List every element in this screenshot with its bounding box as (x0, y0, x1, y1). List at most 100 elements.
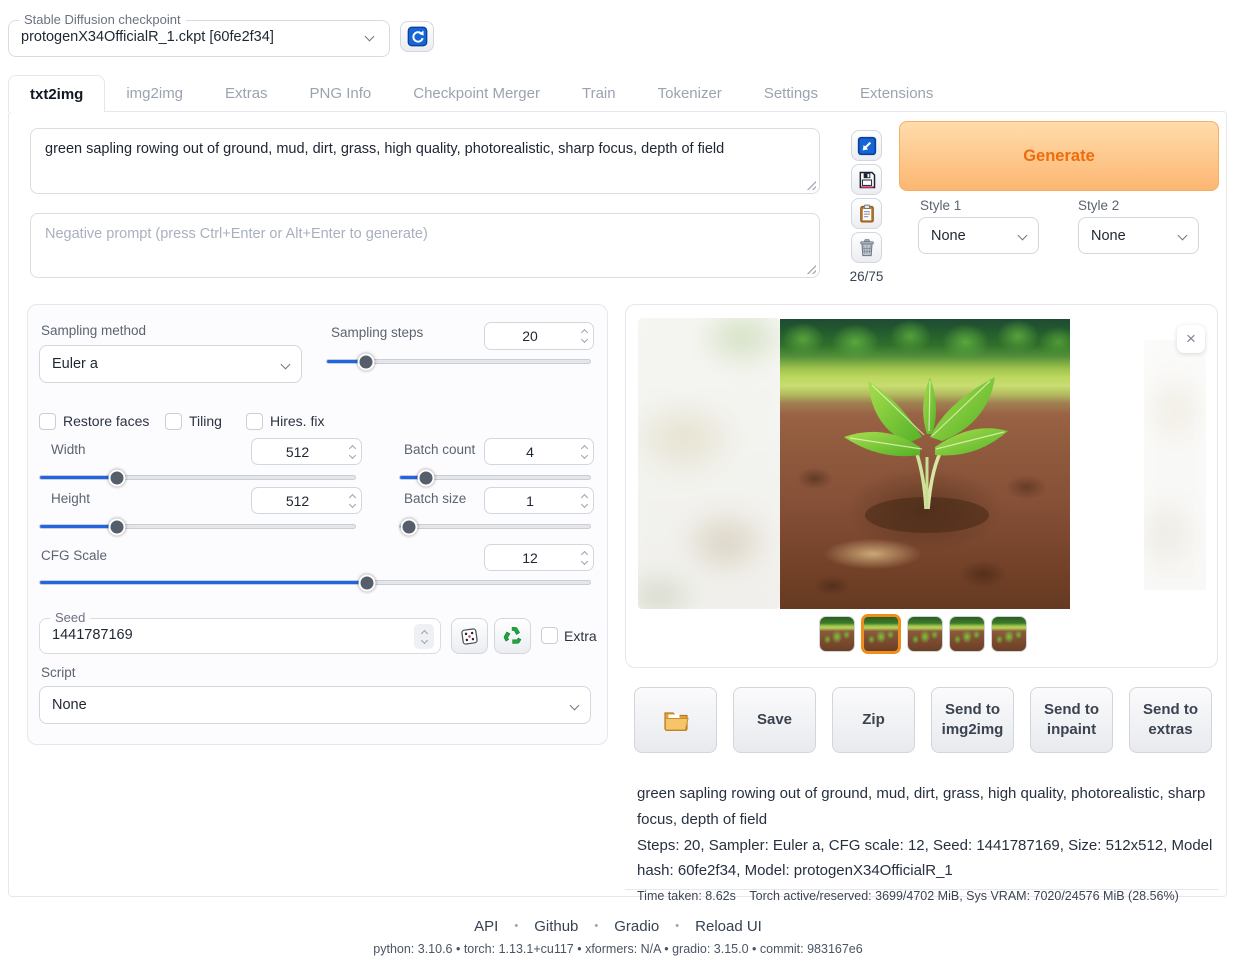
random-seed-button[interactable] (451, 618, 488, 654)
tab-txt2img[interactable]: txt2img (8, 75, 105, 112)
send-to-inpaint-button[interactable]: Send to inpaint (1030, 687, 1113, 753)
seed-input[interactable]: Seed 1441787169 (39, 618, 441, 654)
width-slider[interactable] (39, 475, 356, 480)
slider-thumb[interactable] (358, 353, 375, 370)
checkpoint-label: Stable Diffusion checkpoint (19, 12, 186, 27)
script-dropdown[interactable]: None (39, 686, 591, 724)
sampling-method-dropdown[interactable]: Euler a (39, 345, 302, 383)
token-counter: 26/75 (843, 269, 890, 284)
tab-tokenizer[interactable]: Tokenizer (637, 75, 743, 112)
cfg-scale-label: CFG Scale (41, 548, 107, 563)
folder-icon (663, 710, 689, 731)
slider-thumb[interactable] (109, 469, 126, 486)
sampling-steps-label: Sampling steps (331, 325, 423, 340)
stepper-icon[interactable] (575, 323, 593, 349)
slider-thumb[interactable] (109, 518, 126, 535)
open-folder-button[interactable] (634, 687, 717, 753)
output-gallery: × (625, 304, 1218, 668)
thumbnail-2-selected[interactable] (861, 614, 901, 654)
height-input[interactable]: 512 (251, 487, 362, 514)
chevron-down-icon (1178, 231, 1188, 241)
tab-png-info[interactable]: PNG Info (289, 75, 393, 112)
negative-prompt-input[interactable]: Negative prompt (press Ctrl+Enter or Alt… (30, 213, 820, 278)
save-style-button[interactable] (851, 164, 882, 195)
batch-size-slider[interactable] (399, 524, 591, 529)
dice-icon (459, 626, 480, 647)
seed-label: Seed (50, 610, 90, 625)
clear-prompt-button[interactable] (851, 232, 882, 263)
cfg-scale-input[interactable]: 12 (484, 544, 594, 571)
slider-thumb[interactable] (400, 518, 417, 535)
thumbnail-4[interactable] (949, 616, 985, 652)
stepper-icon[interactable] (575, 439, 593, 464)
resize-handle[interactable] (805, 179, 816, 190)
thumbnail-3[interactable] (907, 616, 943, 652)
width-input[interactable]: 512 (251, 438, 362, 465)
tab-extensions[interactable]: Extensions (839, 75, 954, 112)
trash-icon (857, 238, 877, 258)
checkpoint-dropdown[interactable]: Stable Diffusion checkpoint protogenX34O… (8, 20, 390, 57)
gallery-prev-image[interactable] (638, 318, 780, 609)
tab-img2img[interactable]: img2img (105, 75, 204, 112)
footer-link-api[interactable]: API (474, 918, 498, 935)
chevron-down-icon (281, 359, 291, 369)
slider-thumb[interactable] (359, 574, 376, 591)
cfg-scale-slider[interactable] (39, 580, 591, 585)
save-button[interactable]: Save (733, 687, 816, 753)
gallery-thumbnails (626, 616, 1218, 654)
tab-extras[interactable]: Extras (204, 75, 289, 112)
tab-train[interactable]: Train (561, 75, 637, 112)
read-generation-params-button[interactable] (851, 130, 882, 161)
prompt-input[interactable]: green sapling rowing out of ground, mud,… (30, 128, 820, 194)
style1-dropdown[interactable]: None (918, 217, 1039, 254)
style1-label: Style 1 (920, 198, 961, 213)
batch-size-label: Batch size (404, 491, 466, 506)
footer-link-github[interactable]: Github (498, 918, 578, 935)
tab-checkpoint-merger[interactable]: Checkpoint Merger (392, 75, 561, 112)
close-icon[interactable]: × (1177, 325, 1205, 353)
slider-thumb[interactable] (417, 469, 434, 486)
restore-faces-checkbox[interactable] (39, 413, 56, 430)
thumbnail-1[interactable] (819, 616, 855, 652)
apply-style-button[interactable] (851, 198, 882, 229)
floppy-disk-icon (857, 170, 877, 190)
gallery-next-image[interactable] (1144, 340, 1206, 590)
height-label: Height (51, 491, 90, 506)
batch-count-slider[interactable] (399, 475, 591, 480)
info-prompt-text: green sapling rowing out of ground, mud,… (637, 781, 1218, 833)
reuse-seed-button[interactable] (494, 618, 531, 654)
refresh-icon (407, 26, 428, 47)
stepper-icon[interactable] (575, 488, 593, 513)
tiling-checkbox[interactable] (165, 413, 182, 430)
style2-label: Style 2 (1078, 198, 1119, 213)
resize-handle[interactable] (805, 263, 816, 274)
generate-button[interactable]: Generate (899, 121, 1219, 191)
stepper-icon[interactable] (575, 545, 593, 570)
txt2img-settings-panel: Sampling method Euler a Sampling steps 2… (27, 304, 608, 745)
restore-faces-label: Restore faces (63, 413, 149, 429)
script-label: Script (41, 665, 76, 680)
extra-seed-checkbox[interactable] (541, 627, 558, 644)
extra-seed-label: Extra (564, 628, 597, 644)
thumbnail-5[interactable] (991, 616, 1027, 652)
height-slider[interactable] (39, 524, 356, 529)
zip-button[interactable]: Zip (832, 687, 915, 753)
stepper-icon[interactable] (343, 488, 361, 513)
send-to-extras-button[interactable]: Send to extras (1129, 687, 1212, 753)
sampling-steps-slider[interactable] (326, 359, 591, 364)
stepper-icon[interactable] (414, 624, 434, 649)
refresh-checkpoints-button[interactable] (400, 21, 434, 52)
footer-link-reload-ui[interactable]: Reload UI (659, 918, 762, 935)
tab-settings[interactable]: Settings (743, 75, 839, 112)
hires-fix-checkbox[interactable] (246, 413, 263, 430)
sampling-steps-input[interactable]: 20 (484, 322, 594, 350)
batch-size-input[interactable]: 1 (484, 487, 594, 514)
send-to-img2img-button[interactable]: Send to img2img (931, 687, 1014, 753)
vram-usage: Torch active/reserved: 3699/4702 MiB, Sy… (749, 889, 1178, 903)
generated-image[interactable] (780, 319, 1070, 609)
stepper-icon[interactable] (343, 439, 361, 464)
batch-count-input[interactable]: 4 (484, 438, 594, 465)
style2-dropdown[interactable]: None (1078, 217, 1199, 254)
footer-link-gradio[interactable]: Gradio (578, 918, 659, 935)
tiling-label: Tiling (189, 413, 222, 429)
